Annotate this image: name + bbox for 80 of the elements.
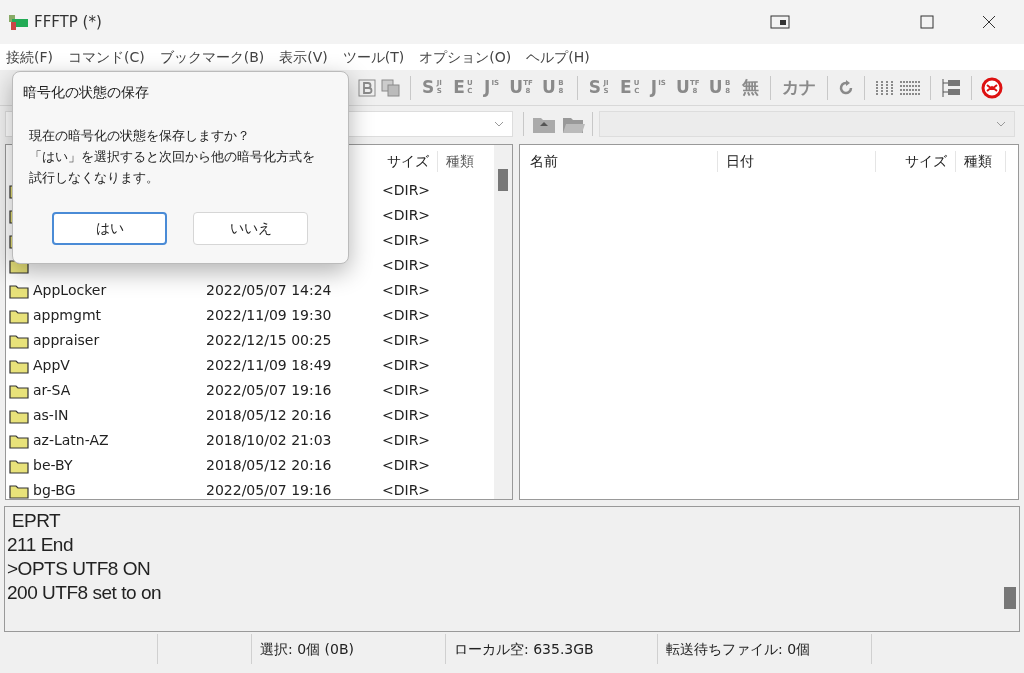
file-name[interactable]: bg-BG [33, 480, 76, 499]
dialog-message: 試行しなくなります。 [29, 169, 159, 187]
column-header[interactable]: 種類 [438, 151, 488, 172]
file-name[interactable]: ar-SA [33, 380, 71, 401]
file-size: <DIR> [382, 231, 432, 250]
status-text: ローカル空: 635.3GB [454, 639, 594, 659]
menu-item[interactable]: ヘルプ(H) [526, 46, 590, 68]
dialog-button[interactable]: いいえ [193, 212, 308, 245]
file-date: 2022/05/07 19:16 [206, 482, 332, 498]
disconnect-icon[interactable] [980, 76, 1003, 99]
file-size: <DIR> [382, 456, 432, 475]
folder-icon [9, 482, 29, 499]
log-line: 200 UTF8 set to on [7, 581, 162, 605]
dialog-message: 現在の暗号化の状態を保存しますか？ [29, 127, 250, 145]
file-name[interactable]: az-Latn-AZ [33, 430, 109, 451]
log-line: EPRT [10, 509, 61, 533]
folder-icon [9, 282, 29, 299]
dialog-message: 「はい」を選択すると次回から他の暗号化方式を [29, 148, 315, 166]
log-line: >OPTS UTF8 ON [7, 557, 151, 581]
maximize-icon[interactable] [920, 15, 934, 29]
chevron-down-icon[interactable] [996, 121, 1006, 127]
chevron-down-icon[interactable] [494, 121, 504, 127]
folder-icon [9, 357, 29, 374]
status-text: 選択: 0個 (0B) [260, 639, 354, 659]
column-header[interactable]: 種類 [956, 151, 1006, 172]
menu-item[interactable]: ツール(T) [342, 46, 405, 68]
copy-icon[interactable] [381, 78, 401, 97]
file-name[interactable]: be-BY [33, 455, 73, 476]
menu-item[interactable]: オプション(O) [419, 46, 512, 68]
file-name[interactable]: appraiser [33, 330, 100, 351]
column-header[interactable]: 名前 [520, 151, 718, 172]
folder-icon [9, 332, 29, 349]
file-name[interactable]: as-IN [33, 405, 69, 426]
close-icon[interactable] [982, 15, 996, 29]
folder-icon [9, 382, 29, 399]
file-date: 2022/05/07 19:16 [206, 382, 332, 398]
file-date: 2018/05/12 20:16 [206, 457, 332, 473]
file-size: <DIR> [382, 406, 432, 425]
menu-item[interactable]: コマンド(C) [68, 46, 145, 68]
file-name[interactable]: AppLocker [33, 280, 107, 301]
list-view-icon[interactable] [873, 78, 894, 97]
folder-icon [9, 407, 29, 424]
file-date: 2022/12/15 00:25 [206, 332, 332, 348]
dialog-title: 暗号化の状態の保存 [23, 83, 149, 102]
status-text: 転送待ちファイル: 0個 [666, 639, 811, 659]
file-date: 2018/05/12 20:16 [206, 407, 332, 423]
menu-item[interactable]: ブックマーク(B) [159, 46, 265, 68]
file-size: <DIR> [382, 356, 432, 375]
file-date: 2018/10/02 21:03 [206, 432, 332, 448]
tray-icon[interactable] [770, 15, 790, 29]
column-header[interactable]: 日付 [718, 151, 876, 172]
file-size: <DIR> [382, 431, 432, 450]
app-logo-icon [8, 13, 30, 31]
file-size: <DIR> [382, 331, 432, 350]
folder-icon [9, 457, 29, 474]
file-date: 2022/05/07 14:24 [206, 282, 332, 298]
window-title: FFFTP (*) [34, 11, 102, 33]
dialog-button[interactable]: はい [52, 212, 167, 245]
file-name[interactable]: appmgmt [33, 305, 101, 326]
menu-item[interactable]: 接続(F) [6, 46, 53, 68]
file-size: <DIR> [382, 306, 432, 325]
file-size: <DIR> [382, 381, 432, 400]
bold-icon[interactable] [358, 78, 376, 97]
file-date: 2022/11/09 18:49 [206, 357, 332, 373]
file-date: 2022/11/09 19:30 [206, 307, 332, 323]
details-view-icon[interactable] [898, 78, 921, 97]
menu-item[interactable]: 表示(V) [279, 46, 328, 68]
log-line: 211 End [7, 533, 74, 557]
folder-icon [9, 307, 29, 324]
folder-icon [9, 432, 29, 449]
file-size: <DIR> [382, 181, 432, 200]
scrollbar[interactable] [494, 145, 512, 499]
file-size: <DIR> [382, 256, 432, 275]
file-size: <DIR> [382, 481, 432, 499]
file-size: <DIR> [382, 281, 432, 300]
remote-path-field[interactable] [599, 111, 1015, 137]
file-name[interactable]: AppV [33, 355, 70, 376]
tree-icon[interactable] [939, 77, 962, 98]
file-size: <DIR> [382, 206, 432, 225]
column-header[interactable]: サイズ [876, 151, 956, 172]
